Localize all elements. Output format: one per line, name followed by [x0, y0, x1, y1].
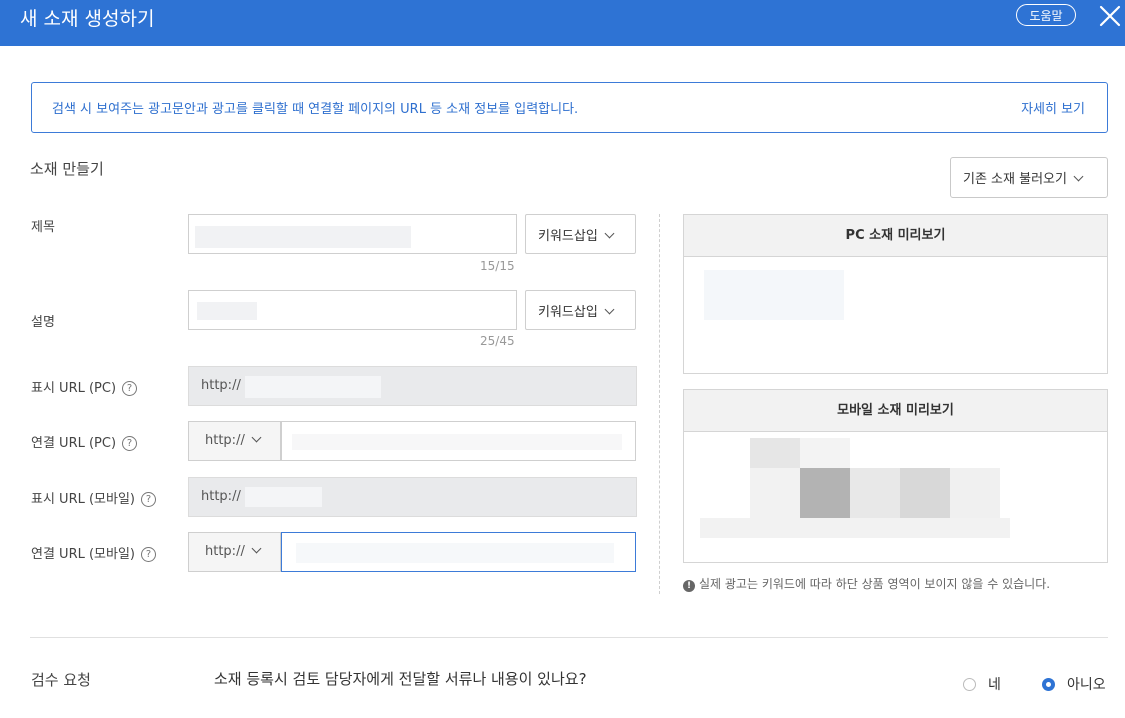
- display-url-mobile-prefix: http://: [201, 489, 241, 504]
- blurred-text: [292, 434, 622, 450]
- keyword-insert-label: 키워드삽입: [538, 228, 598, 244]
- notice-text: 검색 시 보여주는 광고문안과 광고를 클릭할 때 연결할 페이지의 URL 등…: [52, 102, 579, 117]
- chevron-down-icon: [251, 543, 262, 554]
- help-icon[interactable]: ?: [141, 492, 156, 507]
- radio-unselected-icon: [963, 678, 976, 691]
- load-existing-button[interactable]: 기존 소재 불러오기: [950, 157, 1108, 198]
- mobile-preview-panel: 모바일 소재 미리보기: [683, 389, 1108, 563]
- review-option-no-label: 아니오: [1067, 677, 1106, 693]
- link-url-pc-label-text: 연결 URL (PC): [31, 436, 117, 451]
- link-url-pc-input[interactable]: [281, 421, 636, 461]
- link-url-mobile-protocol-select[interactable]: http://: [188, 532, 281, 572]
- help-icon[interactable]: ?: [122, 381, 138, 396]
- info-notice: 검색 시 보여주는 광고문안과 광고를 클릭할 때 연결할 페이지의 URL 등…: [31, 82, 1108, 133]
- blurred-text: [245, 376, 381, 398]
- title-keyword-insert-button[interactable]: 키워드삽입: [525, 214, 636, 254]
- blurred-text: [296, 543, 614, 563]
- chevron-down-icon: [604, 304, 615, 314]
- blurred-preview: [704, 270, 844, 320]
- close-icon[interactable]: [1098, 4, 1122, 28]
- radio-selected-icon: [1042, 678, 1055, 691]
- display-url-pc-prefix: http://: [201, 378, 241, 393]
- load-existing-label: 기존 소재 불러오기: [963, 172, 1067, 187]
- display-url-pc-label: 표시 URL (PC)?: [31, 377, 138, 397]
- review-request-title: 검수 요청: [31, 671, 91, 689]
- modal-header: 새 소재 생성하기 도움말: [0, 0, 1125, 46]
- title-input[interactable]: [188, 214, 517, 254]
- title-label: 제목: [31, 220, 55, 235]
- blurred-text: [197, 302, 257, 320]
- display-url-mobile-field: http://: [188, 477, 637, 517]
- description-label: 설명: [31, 315, 55, 330]
- link-url-mobile-input[interactable]: [281, 532, 636, 572]
- help-icon[interactable]: ?: [141, 547, 156, 562]
- preview-note-text: 실제 광고는 키워드에 따라 하단 상품 영역이 보이지 않을 수 있습니다.: [699, 577, 1051, 591]
- description-char-counter: 25/45: [480, 334, 515, 348]
- pc-preview-title: PC 소재 미리보기: [684, 215, 1107, 257]
- help-icon[interactable]: ?: [122, 436, 138, 451]
- display-url-mobile-label-text: 표시 URL (모바일): [31, 492, 135, 507]
- section-title: 소재 만들기: [30, 160, 104, 178]
- link-url-pc-label: 연결 URL (PC)?: [31, 432, 138, 452]
- description-input[interactable]: [188, 290, 517, 330]
- display-url-pc-label-text: 표시 URL (PC): [31, 381, 117, 396]
- learn-more-link[interactable]: 자세히 보기: [1021, 98, 1085, 117]
- chevron-down-icon: [604, 228, 615, 238]
- protocol-value: http://: [205, 433, 245, 448]
- display-url-mobile-label: 표시 URL (모바일)?: [31, 488, 156, 508]
- description-keyword-insert-button[interactable]: 키워드삽입: [525, 290, 636, 330]
- blurred-text: [195, 226, 411, 248]
- mobile-preview-title: 모바일 소재 미리보기: [684, 390, 1107, 432]
- review-option-no[interactable]: 아니오: [1042, 674, 1106, 694]
- review-question: 소재 등록시 검토 담당자에게 전달할 서류나 내용이 있나요?: [214, 670, 587, 688]
- title-char-counter: 15/15: [480, 259, 515, 273]
- section-divider: [30, 637, 1108, 638]
- keyword-insert-label: 키워드삽입: [538, 304, 598, 320]
- link-url-mobile-label-text: 연결 URL (모바일): [31, 547, 135, 562]
- info-icon: !: [683, 580, 695, 592]
- chevron-down-icon: [251, 432, 262, 443]
- chevron-down-icon: [1073, 171, 1084, 182]
- review-option-yes-label: 네: [988, 677, 1001, 693]
- preview-note: ! 실제 광고는 키워드에 따라 하단 상품 영역이 보이지 않을 수 있습니다.: [683, 575, 1050, 592]
- vertical-divider: [659, 214, 660, 594]
- display-url-pc-field: http://: [188, 366, 637, 406]
- modal-title: 새 소재 생성하기: [20, 8, 155, 30]
- help-button[interactable]: 도움말: [1016, 4, 1076, 26]
- review-option-yes[interactable]: 네: [963, 674, 1001, 694]
- link-url-pc-protocol-select[interactable]: http://: [188, 421, 281, 461]
- pc-preview-panel: PC 소재 미리보기: [683, 214, 1108, 374]
- link-url-mobile-label: 연결 URL (모바일)?: [31, 543, 156, 563]
- protocol-value: http://: [205, 544, 245, 559]
- blurred-text: [245, 487, 322, 507]
